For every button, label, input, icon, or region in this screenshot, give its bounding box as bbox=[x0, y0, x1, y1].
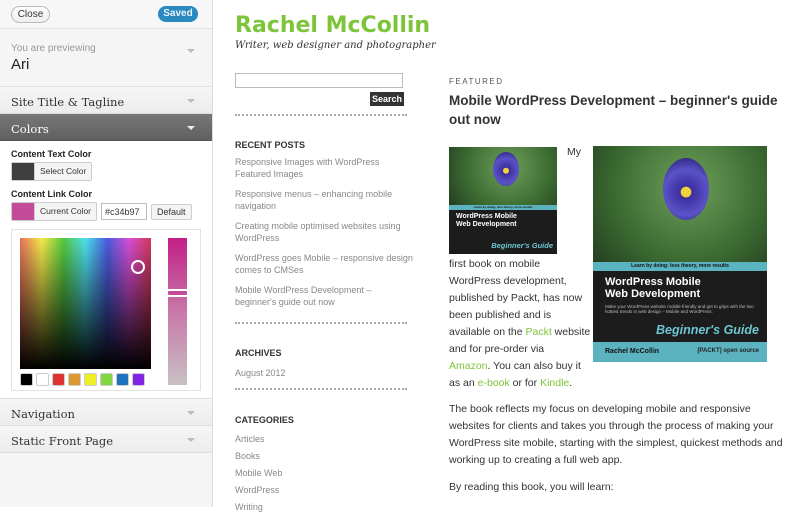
content-text-color-button[interactable]: Select Color bbox=[11, 162, 93, 181]
cover-title: WordPress Mobile Web Development bbox=[456, 213, 517, 228]
book-cover-large[interactable]: Learn by doing: less theory, more result… bbox=[593, 146, 767, 362]
search-button[interactable]: Search bbox=[370, 92, 404, 106]
divider bbox=[235, 114, 407, 116]
section-site-title[interactable]: Site Title & Tagline bbox=[0, 87, 212, 114]
theme-preview-section[interactable]: You are previewing Ari bbox=[0, 29, 212, 87]
hue-slider-handle[interactable] bbox=[166, 289, 189, 297]
amazon-link[interactable]: Amazon bbox=[449, 360, 488, 372]
category-link[interactable]: Books bbox=[235, 450, 413, 462]
chevron-down-icon bbox=[187, 411, 195, 415]
customizer-panel: Close Saved You are previewing Ari Site … bbox=[0, 0, 213, 507]
default-button[interactable]: Default bbox=[151, 203, 192, 220]
theme-name: Ari bbox=[11, 56, 30, 73]
previewing-label: You are previewing bbox=[11, 43, 96, 54]
post-paragraph-2: The book reflects my focus on developing… bbox=[449, 403, 783, 466]
select-color-label: Select Color bbox=[34, 163, 91, 180]
book-cover-small[interactable]: Learn by doing: less theory, more result… bbox=[449, 147, 557, 254]
flower-image bbox=[663, 158, 709, 220]
section-label: Static Front Page bbox=[11, 434, 114, 448]
category-link[interactable]: Mobile Web bbox=[235, 467, 413, 479]
section-label: Colors bbox=[11, 122, 49, 136]
saturation-handle[interactable] bbox=[131, 260, 145, 274]
post-text-my: My bbox=[567, 146, 581, 158]
archive-link[interactable]: August 2012 bbox=[235, 367, 413, 379]
palette bbox=[20, 373, 145, 386]
post-title[interactable]: Mobile WordPress Development – beginner'… bbox=[449, 91, 779, 129]
section-static-front-page[interactable]: Static Front Page bbox=[0, 426, 212, 453]
content-text-color-label: Content Text Color bbox=[11, 149, 92, 159]
archives-list: August 2012 bbox=[235, 367, 413, 387]
color-swatch bbox=[12, 163, 34, 180]
saved-button[interactable]: Saved bbox=[158, 6, 198, 22]
search-input[interactable] bbox=[235, 73, 403, 88]
recent-posts-list: Responsive Images with WordPress Feature… bbox=[235, 156, 413, 316]
palette-swatch[interactable] bbox=[84, 373, 97, 386]
chevron-down-icon bbox=[187, 126, 195, 130]
recent-post-link[interactable]: Responsive Images with WordPress Feature… bbox=[235, 156, 413, 180]
divider bbox=[235, 388, 407, 390]
recent-post-link[interactable]: Mobile WordPress Development – beginner'… bbox=[235, 284, 413, 308]
ebook-link[interactable]: e-book bbox=[478, 377, 510, 389]
kindle-link[interactable]: Kindle bbox=[540, 377, 569, 389]
section-colors[interactable]: Colors bbox=[0, 114, 212, 141]
section-label: Navigation bbox=[11, 407, 75, 421]
archives-title: ARCHIVES bbox=[235, 348, 282, 358]
palette-swatch[interactable] bbox=[20, 373, 33, 386]
site-tagline: Writer, web designer and photographer bbox=[235, 40, 436, 51]
categories-list: Articles Books Mobile Web WordPress Writ… bbox=[235, 433, 413, 518]
cover-blurb: Make your WordPress website mobile-frien… bbox=[605, 304, 754, 314]
flower-image bbox=[493, 152, 519, 186]
recent-post-link[interactable]: Creating mobile optimised websites using… bbox=[235, 220, 413, 244]
chevron-down-icon bbox=[187, 99, 195, 103]
content-link-color-button[interactable]: Current Color bbox=[11, 202, 98, 221]
saturation-field[interactable] bbox=[20, 238, 151, 369]
featured-label: FEATURED bbox=[449, 77, 504, 86]
cover-series: Beginner's Guide bbox=[491, 241, 553, 250]
recent-post-link[interactable]: Responsive menus – enhancing mobile navi… bbox=[235, 188, 413, 212]
packt-link[interactable]: Packt bbox=[525, 326, 551, 338]
palette-swatch[interactable] bbox=[132, 373, 145, 386]
hue-slider[interactable] bbox=[168, 238, 187, 385]
section-navigation[interactable]: Navigation bbox=[0, 399, 212, 426]
color-swatch bbox=[12, 203, 34, 220]
category-link[interactable]: WordPress bbox=[235, 484, 413, 496]
palette-swatch[interactable] bbox=[116, 373, 129, 386]
recent-posts-title: RECENT POSTS bbox=[235, 140, 306, 150]
publisher-logo: [PACKT] open source bbox=[697, 348, 759, 354]
colors-panel: Content Text Color Select Color Content … bbox=[0, 141, 212, 399]
categories-title: CATEGORIES bbox=[235, 415, 294, 425]
recent-post-link[interactable]: WordPress goes Mobile – responsive desig… bbox=[235, 252, 413, 276]
palette-swatch[interactable] bbox=[100, 373, 113, 386]
palette-swatch[interactable] bbox=[68, 373, 81, 386]
chevron-down-icon bbox=[187, 49, 195, 53]
current-color-label: Current Color bbox=[34, 203, 96, 220]
content-link-color-label: Content Link Color bbox=[11, 189, 92, 199]
palette-swatch[interactable] bbox=[36, 373, 49, 386]
cover-band: Learn by doing: less theory, more result… bbox=[593, 262, 767, 271]
cover-author: Rachel McCollin bbox=[605, 348, 660, 355]
site-title[interactable]: Rachel McCollin bbox=[235, 13, 430, 38]
post-paragraph-3: By reading this book, you will learn: bbox=[449, 481, 614, 493]
hex-color-input[interactable] bbox=[101, 203, 148, 220]
section-label: Site Title & Tagline bbox=[11, 95, 125, 109]
category-link[interactable]: Articles bbox=[235, 433, 413, 445]
chevron-down-icon bbox=[187, 438, 195, 442]
cover-footer: Rachel McCollin [PACKT] open source bbox=[593, 342, 767, 362]
cover-title: WordPress Mobile Web Development bbox=[605, 276, 701, 300]
palette-swatch[interactable] bbox=[52, 373, 65, 386]
cover-series: Beginner's Guide bbox=[656, 323, 759, 337]
close-button[interactable]: Close bbox=[11, 6, 50, 23]
color-picker bbox=[11, 229, 201, 391]
customizer-header: Close Saved bbox=[0, 0, 212, 29]
divider bbox=[235, 322, 407, 324]
cover-band: Learn by doing: less theory, more result… bbox=[449, 205, 557, 210]
site-preview: Rachel McCollin Writer, web designer and… bbox=[214, 0, 800, 512]
category-link[interactable]: Writing bbox=[235, 501, 413, 513]
post-paragraph-1: first book on mobile WordPress developme… bbox=[449, 258, 591, 389]
